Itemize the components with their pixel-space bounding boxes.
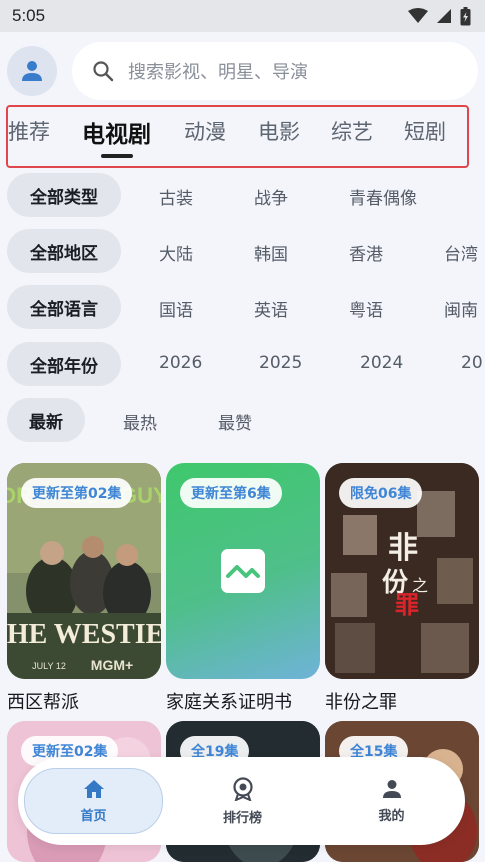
nav-home[interactable]: 首页 <box>24 768 163 834</box>
nav-ranking-label: 排行榜 <box>222 810 262 826</box>
tab-short-drama[interactable]: 短剧 <box>404 116 446 146</box>
filter-option[interactable]: 2025 <box>259 353 302 373</box>
sort-option[interactable]: 最赞 <box>218 409 252 434</box>
filter-row-sort: 最新 最热 最赞 <box>0 398 485 442</box>
episode-badge: 更新至第02集 <box>21 478 133 508</box>
sort-latest[interactable]: 最新 <box>7 398 85 442</box>
series-card[interactable]: FOR THOSE GUYS THE WESTIES JULY 12 MGM+ … <box>7 463 161 679</box>
poster-title-char-4: 罪 <box>395 590 419 619</box>
poster-title-char-1: 非 <box>388 531 418 566</box>
search-icon <box>93 61 114 82</box>
filter-option[interactable]: 古装 <box>159 184 193 209</box>
ranking-icon <box>232 776 253 801</box>
filter-row-type: 全部类型 古装 战争 青春偶像 <box>0 173 485 217</box>
status-bar: 5:05 <box>0 0 485 32</box>
nav-profile-label: 我的 <box>378 808 405 824</box>
signal-icon <box>437 9 451 23</box>
filter-option[interactable]: 英语 <box>254 296 288 321</box>
episode-badge: 更新至第6集 <box>180 478 282 508</box>
nav-home-label: 首页 <box>80 808 107 824</box>
status-icons <box>408 6 471 26</box>
profile-icon <box>382 779 401 798</box>
series-card[interactable]: 非 份 之 罪 限免06集 <box>325 463 479 679</box>
filter-option[interactable]: 大陆 <box>159 240 193 265</box>
filter-language-all[interactable]: 全部语言 <box>7 285 121 329</box>
sort-option[interactable]: 最热 <box>123 409 157 434</box>
home-icon <box>83 779 104 798</box>
filter-option[interactable]: 香港 <box>349 240 383 265</box>
status-time: 5:05 <box>12 6 46 25</box>
image-placeholder-icon <box>221 549 265 593</box>
card-title[interactable]: 非份之罪 <box>325 688 397 714</box>
search-input[interactable]: 搜索影视、明星、导演 <box>72 42 478 100</box>
filter-region-all[interactable]: 全部地区 <box>7 229 121 273</box>
bottom-navigation: 首页 排行榜 我的 <box>18 757 465 845</box>
filter-option[interactable]: 20 <box>461 353 483 373</box>
filter-row-year: 全部年份 2026 2025 2024 20 <box>0 342 485 386</box>
nav-ranking[interactable]: 排行榜 <box>173 757 312 845</box>
tab-tv-series[interactable]: 电视剧 <box>82 115 151 149</box>
battery-icon <box>460 6 471 25</box>
poster-text-date: JULY 12 <box>32 661 66 671</box>
filter-option[interactable]: 国语 <box>159 296 193 321</box>
poster-text-title: THE WESTIES <box>7 619 161 650</box>
active-tab-indicator <box>101 154 133 158</box>
filter-type-all[interactable]: 全部类型 <box>7 173 121 217</box>
card-title[interactable]: 家庭关系证明书 <box>166 688 292 714</box>
filter-option[interactable]: 台湾 <box>444 240 478 265</box>
filter-option[interactable]: 青春偶像 <box>349 184 417 209</box>
user-icon <box>22 61 42 81</box>
filter-year-all[interactable]: 全部年份 <box>7 342 121 386</box>
nav-profile[interactable]: 我的 <box>322 757 461 845</box>
tab-anime[interactable]: 动漫 <box>184 116 226 146</box>
category-tabs-highlight <box>6 105 469 168</box>
filter-option[interactable]: 2026 <box>159 353 202 373</box>
series-card[interactable]: 更新至第6集 <box>166 463 320 679</box>
tab-variety[interactable]: 综艺 <box>331 116 373 146</box>
filter-option[interactable]: 闽南 <box>444 296 478 321</box>
tab-movies[interactable]: 电影 <box>258 116 300 146</box>
filter-option[interactable]: 粤语 <box>349 296 383 321</box>
poster-text-brand: MGM+ <box>91 657 133 673</box>
filter-row-region: 全部地区 大陆 韩国 香港 台湾 <box>0 229 485 273</box>
episode-badge: 限免06集 <box>339 478 423 508</box>
search-placeholder: 搜索影视、明星、导演 <box>128 62 308 83</box>
avatar-button[interactable] <box>7 46 57 96</box>
filter-option[interactable]: 韩国 <box>254 240 288 265</box>
tab-recommend[interactable]: 推荐 <box>8 116 50 146</box>
filter-option[interactable]: 2024 <box>360 353 403 373</box>
filter-option[interactable]: 战争 <box>254 184 288 209</box>
wifi-icon <box>408 8 428 23</box>
card-title[interactable]: 西区帮派 <box>7 688 79 714</box>
filter-row-language: 全部语言 国语 英语 粤语 闽南 <box>0 285 485 329</box>
